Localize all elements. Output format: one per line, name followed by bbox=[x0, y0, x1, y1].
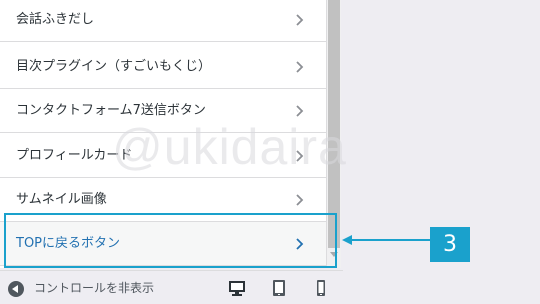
customizer-panel: 会話ふきだし 目次プラグイン（すごいもくじ） コンタクトフォーム7送信ボタン プ… bbox=[0, 0, 327, 268]
menu-item-label: 会話ふきだし bbox=[16, 12, 95, 27]
desktop-icon[interactable] bbox=[228, 279, 246, 297]
menu-item-label: プロフィールカード bbox=[16, 148, 133, 163]
chevron-right-icon bbox=[296, 150, 304, 162]
collapse-controls-label: コントロールを非表示 bbox=[34, 281, 155, 295]
menu-item-thumbnail[interactable]: サムネイル画像 bbox=[0, 178, 326, 222]
mobile-icon[interactable] bbox=[312, 279, 330, 297]
menu-item-profile-card[interactable]: プロフィールカード bbox=[0, 134, 326, 178]
tablet-icon[interactable] bbox=[270, 279, 288, 297]
step-number-badge: 3 bbox=[430, 227, 470, 262]
customizer-footer: コントロールを非表示 bbox=[0, 270, 343, 304]
callout-arrow-icon bbox=[342, 235, 432, 245]
chevron-right-icon bbox=[296, 238, 304, 250]
menu-item-label: TOPに戻るボタン bbox=[16, 236, 121, 251]
collapse-controls-button[interactable]: コントロールを非表示 bbox=[8, 279, 154, 297]
menu-item-label: コンタクトフォーム7送信ボタン bbox=[16, 103, 206, 118]
scroll-down-arrow-icon[interactable] bbox=[330, 252, 338, 257]
vertical-scrollbar[interactable] bbox=[327, 0, 341, 268]
chevron-right-icon bbox=[296, 61, 304, 73]
menu-item-label: 目次プラグイン（すごいもくじ） bbox=[16, 59, 212, 74]
menu-item-label: サムネイル画像 bbox=[16, 192, 107, 207]
chevron-right-icon bbox=[296, 14, 304, 26]
chevron-right-icon bbox=[296, 194, 304, 206]
collapse-arrow-icon bbox=[8, 280, 24, 297]
menu-item-speech-bubble[interactable]: 会話ふきだし bbox=[0, 0, 326, 42]
chevron-right-icon bbox=[296, 105, 304, 117]
menu-item-back-to-top-button[interactable]: TOPに戻るボタン bbox=[0, 222, 326, 266]
menu-item-toc-plugin[interactable]: 目次プラグイン（すごいもくじ） bbox=[0, 45, 326, 89]
scrollbar-thumb[interactable] bbox=[328, 0, 340, 248]
menu-item-contact-form-button[interactable]: コンタクトフォーム7送信ボタン bbox=[0, 89, 326, 133]
